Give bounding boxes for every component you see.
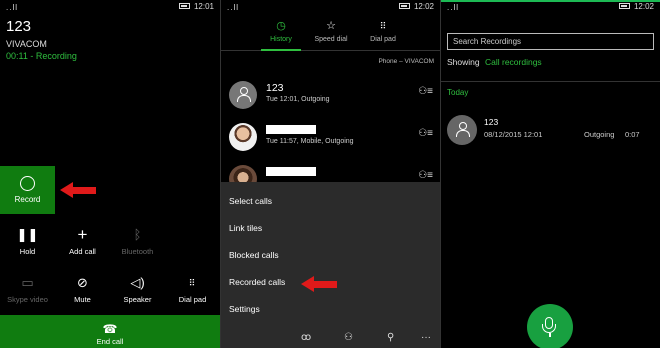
tab-label: Speed dial <box>314 36 348 43</box>
video-icon: ▭ <box>21 275 34 290</box>
add-call-label: Add call <box>69 247 96 256</box>
call-history-screen: ..ll 12:02 ◷ History ☆ Speed dial ⠿ Dial… <box>221 0 440 348</box>
contact-name: 123 <box>266 82 284 94</box>
record-icon <box>20 176 35 191</box>
add-call-button[interactable]: + Add call <box>55 225 110 256</box>
mute-label: Mute <box>74 295 91 304</box>
status-bar: ..ll 12:02 <box>221 0 440 14</box>
contact-options-icon[interactable]: ⚇≡ <box>418 170 433 181</box>
context-menu: Select calls Link tiles Blocked calls Re… <box>221 182 440 348</box>
record-button[interactable]: Record <box>0 166 55 214</box>
recording-date: 08/12/2015 12:01 <box>484 130 543 139</box>
search-recordings-input[interactable]: Search Recordings <box>447 33 654 50</box>
signal-icon: ..ll <box>447 3 459 12</box>
dial-pad-button[interactable]: ⠿ Dial pad <box>165 275 220 304</box>
speaker-button[interactable]: ◁) Speaker <box>110 275 165 304</box>
recording-status: 00:11 - Recording <box>6 51 77 61</box>
redacted-name <box>266 125 316 134</box>
signal-icon: ..ll <box>6 3 18 12</box>
call-detail: Tue 11:57, Mobile, Outgoing <box>266 138 354 145</box>
caller-name: 123 <box>6 18 32 35</box>
menu-item-link-tiles[interactable]: Link tiles <box>229 223 262 233</box>
showing-label: Showing <box>447 57 480 67</box>
tab-bar: ◷ History ☆ Speed dial ⠿ Dial pad <box>221 20 440 50</box>
menu-item-blocked-calls[interactable]: Blocked calls <box>229 250 279 260</box>
recording-row[interactable]: 123 08/12/2015 12:01 Outgoing 0:07 <box>441 113 660 147</box>
avatar <box>229 81 257 109</box>
skype-video-button[interactable]: ▭ Skype video <box>0 275 55 304</box>
end-call-label: End call <box>96 337 124 346</box>
people-icon[interactable]: ⚇ <box>344 332 353 343</box>
recordings-screen: ..ll 12:02 Search Recordings Showing Cal… <box>441 0 660 348</box>
star-icon: ☆ <box>326 20 336 32</box>
speaker-icon: ◁) <box>130 275 145 290</box>
status-time: 12:01 <box>193 2 214 11</box>
battery-icon <box>619 3 630 9</box>
filter-link[interactable]: Call recordings <box>485 57 542 67</box>
section-divider <box>441 81 660 82</box>
status-time: 12:02 <box>413 2 434 11</box>
bluetooth-icon: ᛒ <box>133 227 142 242</box>
pause-icon: ❚❚ <box>16 227 39 242</box>
mute-button[interactable]: ⊘ Mute <box>55 275 110 304</box>
tab-dial-pad[interactable]: ⠿ Dial pad <box>353 20 413 43</box>
recording-duration: 0:07 <box>625 130 640 139</box>
microphone-stand <box>542 324 556 333</box>
person-icon <box>456 122 470 137</box>
call-detail: Tue 12:01, Outgoing <box>266 96 330 103</box>
app-bar: ꝏ ⚇ ⚲ ··· <box>221 330 440 348</box>
active-tab-indicator <box>261 49 301 51</box>
record-label: Record <box>14 195 41 204</box>
tab-label: Dial pad <box>370 36 396 43</box>
avatar <box>447 115 477 145</box>
annotation-arrow <box>301 276 337 292</box>
recording-name: 123 <box>484 117 499 127</box>
mic-mute-icon: ⊘ <box>77 275 88 290</box>
battery-icon <box>179 3 190 9</box>
end-call-button[interactable]: ☎ End call <box>0 315 220 348</box>
dial-pad-label: Dial pad <box>178 295 207 304</box>
person-icon <box>237 87 251 102</box>
hold-label: Hold <box>19 247 36 256</box>
redacted-name <box>266 167 316 176</box>
menu-item-select-calls[interactable]: Select calls <box>229 196 272 206</box>
speaker-label: Speaker <box>123 295 152 304</box>
dialpad-icon: ⠿ <box>379 21 387 31</box>
bluetooth-button[interactable]: ᛒ Bluetooth <box>110 227 165 256</box>
annotation-arrow <box>60 182 96 198</box>
contact-options-icon[interactable]: ⚇≡ <box>418 86 433 97</box>
tab-speed-dial[interactable]: ☆ Speed dial <box>301 20 361 43</box>
battery-icon <box>399 3 410 9</box>
search-icon[interactable]: ⚲ <box>387 332 394 343</box>
record-mic-button[interactable] <box>527 304 573 348</box>
avatar <box>229 123 257 151</box>
signal-icon: ..ll <box>227 3 239 12</box>
recording-direction: Outgoing <box>584 130 615 139</box>
tab-divider <box>221 50 440 51</box>
skype-video-label: Skype video <box>7 295 48 304</box>
menu-item-recorded-calls[interactable]: Recorded calls <box>229 277 285 287</box>
end-call-icon: ☎ <box>102 322 118 336</box>
carrier-name: VIVACOM <box>6 39 47 49</box>
more-icon[interactable]: ··· <box>421 332 431 343</box>
section-header: Today <box>447 88 469 97</box>
hold-button[interactable]: ❚❚ Hold <box>0 227 55 256</box>
status-bar: ..ll 12:02 <box>441 0 660 14</box>
bluetooth-label: Bluetooth <box>121 247 154 256</box>
status-time: 12:02 <box>633 2 654 11</box>
voicemail-icon[interactable]: ꝏ <box>301 332 311 343</box>
call-history-row[interactable]: 123 Tue 12:01, Outgoing ⚇≡ <box>221 78 440 118</box>
microphone-stem <box>549 333 551 337</box>
plus-icon: + <box>77 225 88 244</box>
in-call-screen: ..ll 12:01 123 VIVACOM 00:11 - Recording… <box>0 0 220 348</box>
line-info: Phone – VIVACOM <box>378 58 434 65</box>
filter-line: Showing Call recordings <box>447 57 542 67</box>
dialpad-icon: ⠿ <box>188 278 197 288</box>
status-bar: ..ll 12:01 <box>0 0 220 14</box>
contact-options-icon[interactable]: ⚇≡ <box>418 128 433 139</box>
menu-item-settings[interactable]: Settings <box>229 304 260 314</box>
call-history-row[interactable]: Tue 11:57, Mobile, Outgoing ⚇≡ <box>221 120 440 160</box>
